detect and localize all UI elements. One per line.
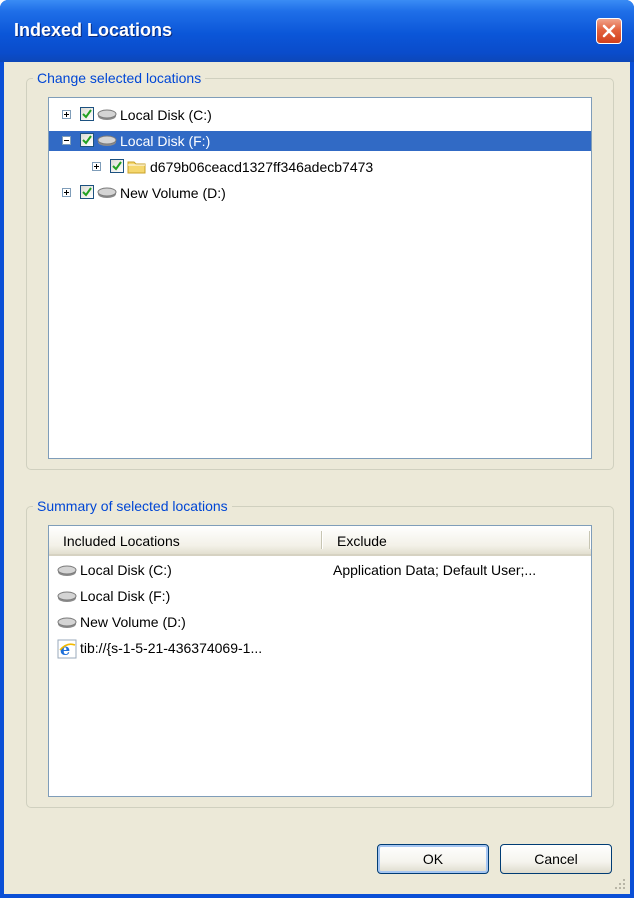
close-button[interactable] <box>596 18 622 44</box>
checkmark-icon <box>82 187 92 197</box>
close-icon <box>602 24 616 38</box>
drive-icon <box>97 185 117 201</box>
checkmark-icon <box>82 135 92 145</box>
expand-plus-icon[interactable] <box>92 162 101 171</box>
drive-icon <box>97 107 117 123</box>
tree-label: Local Disk (F:) <box>120 133 211 149</box>
tree-node-new-volume-d[interactable]: New Volume (D:) <box>49 182 591 204</box>
list-item[interactable]: Local Disk (F:) <box>49 584 591 610</box>
tree-label: d679b06ceacd1327ff346adecb7473 <box>150 159 374 175</box>
location-checkbox[interactable] <box>80 133 94 147</box>
cancel-button[interactable]: Cancel <box>500 844 612 874</box>
checkmark-icon <box>112 161 122 171</box>
ok-button[interactable]: OK <box>377 844 489 874</box>
column-exclude[interactable]: Exclude <box>337 533 387 549</box>
list-header: Included Locations Exclude <box>49 526 591 556</box>
included-location: tib://{s-1-5-21-436374069-1... <box>80 640 263 656</box>
drive-icon <box>57 615 77 631</box>
tree-label: Local Disk (C:) <box>120 107 212 123</box>
location-checkbox[interactable] <box>80 107 94 121</box>
folder-icon <box>127 159 147 175</box>
tree-node-local-disk-f[interactable]: Local Disk (F:) <box>49 130 591 152</box>
expand-plus-icon[interactable] <box>62 188 71 197</box>
included-location: New Volume (D:) <box>80 614 186 630</box>
summary-list[interactable]: Included Locations Exclude Local Disk (C… <box>48 525 592 797</box>
expand-plus-icon[interactable] <box>62 110 71 119</box>
column-divider[interactable] <box>321 531 322 549</box>
title-bar[interactable]: Indexed Locations <box>0 0 634 62</box>
window-title: Indexed Locations <box>14 20 173 40</box>
indexed-locations-dialog: Indexed Locations Change selected locati… <box>0 0 634 898</box>
checkmark-icon <box>82 109 92 119</box>
dialog-client-area: Change selected locations Local Disk (C:… <box>4 62 630 894</box>
list-item[interactable]: e tib://{s-1-5-21-436374069-1... <box>49 636 591 662</box>
column-divider[interactable] <box>589 531 590 549</box>
included-location: Local Disk (C:) <box>80 562 172 578</box>
summary-group: Summary of selected locations Included L… <box>26 498 614 808</box>
list-item[interactable]: New Volume (D:) <box>49 610 591 636</box>
location-checkbox[interactable] <box>80 185 94 199</box>
column-included-locations[interactable]: Included Locations <box>63 533 180 549</box>
tree-node-folder[interactable]: d679b06ceacd1327ff346adecb7473 <box>49 156 591 178</box>
change-locations-group: Change selected locations Local Disk (C:… <box>26 70 614 470</box>
summary-legend: Summary of selected locations <box>33 498 232 514</box>
change-locations-legend: Change selected locations <box>33 70 206 86</box>
svg-text:e: e <box>60 640 70 659</box>
ie-icon: e <box>57 639 77 659</box>
collapse-minus-icon[interactable] <box>62 136 71 145</box>
exclude-value: Application Data; Default User;... <box>333 562 537 578</box>
tree-label: New Volume (D:) <box>120 185 226 201</box>
locations-tree[interactable]: Local Disk (C:) Local Disk (F:) d679b06c… <box>48 97 592 459</box>
included-location: Local Disk (F:) <box>80 588 171 604</box>
drive-icon <box>57 563 77 579</box>
drive-icon <box>97 133 117 149</box>
list-item[interactable]: Local Disk (C:) Application Data; Defaul… <box>49 558 591 584</box>
drive-icon <box>57 589 77 605</box>
tree-node-local-disk-c[interactable]: Local Disk (C:) <box>49 104 591 126</box>
location-checkbox[interactable] <box>110 159 124 173</box>
resize-grip-icon[interactable] <box>614 878 626 890</box>
